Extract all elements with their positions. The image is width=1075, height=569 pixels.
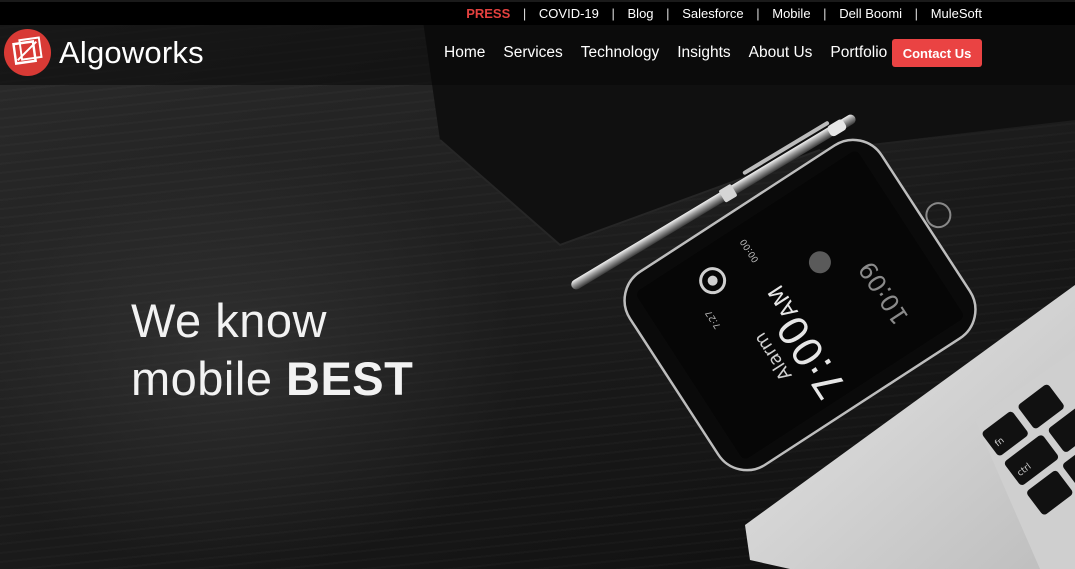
nav-about-us[interactable]: About Us bbox=[749, 44, 813, 62]
brand-name: Algoworks bbox=[59, 34, 204, 70]
hero-background-art: Alarm 7:00 AM 10:09 7:27 00:00 fn ctrl bbox=[420, 0, 1075, 569]
primary-nav: Home Services Technology Insights About … bbox=[444, 44, 905, 62]
separator: | bbox=[756, 6, 760, 21]
mobile-link[interactable]: Mobile bbox=[772, 6, 810, 21]
separator: | bbox=[522, 6, 527, 21]
nav-technology[interactable]: Technology bbox=[581, 44, 659, 62]
top-links: PRESS | COVID-19 | Blog | Salesforce | M… bbox=[466, 6, 982, 21]
main-navbar: Algoworks Home Services Technology Insig… bbox=[0, 25, 1075, 85]
nav-insights[interactable]: Insights bbox=[677, 44, 730, 62]
hero-headline-line2: mobile BEST bbox=[131, 350, 413, 408]
separator: | bbox=[914, 6, 919, 21]
brand-logo[interactable]: Algoworks bbox=[3, 28, 204, 77]
hero-headline: We know mobile BEST bbox=[131, 292, 413, 408]
mulesoft-link[interactable]: MuleSoft bbox=[931, 6, 982, 21]
separator: | bbox=[666, 6, 670, 21]
contact-us-button[interactable]: Contact Us bbox=[892, 39, 982, 67]
algoworks-logo-icon bbox=[3, 28, 52, 77]
press-link[interactable]: PRESS bbox=[466, 6, 510, 21]
hero-headline-regular: mobile bbox=[131, 352, 287, 405]
separator: | bbox=[823, 6, 827, 21]
separator: | bbox=[611, 6, 615, 21]
hero-headline-line1: We know bbox=[131, 294, 327, 347]
dell-boomi-link[interactable]: Dell Boomi bbox=[839, 6, 902, 21]
salesforce-link[interactable]: Salesforce bbox=[682, 6, 743, 21]
nav-home[interactable]: Home bbox=[444, 44, 485, 62]
nav-portfolio[interactable]: Portfolio bbox=[830, 44, 887, 62]
hero-headline-bold: BEST bbox=[286, 352, 414, 405]
covid-link[interactable]: COVID-19 bbox=[539, 6, 599, 21]
blog-link[interactable]: Blog bbox=[628, 6, 654, 21]
top-bar: PRESS | COVID-19 | Blog | Salesforce | M… bbox=[0, 0, 1075, 25]
hero-section: Alarm 7:00 AM 10:09 7:27 00:00 fn ctrl W… bbox=[0, 0, 1075, 569]
nav-services[interactable]: Services bbox=[503, 44, 562, 62]
